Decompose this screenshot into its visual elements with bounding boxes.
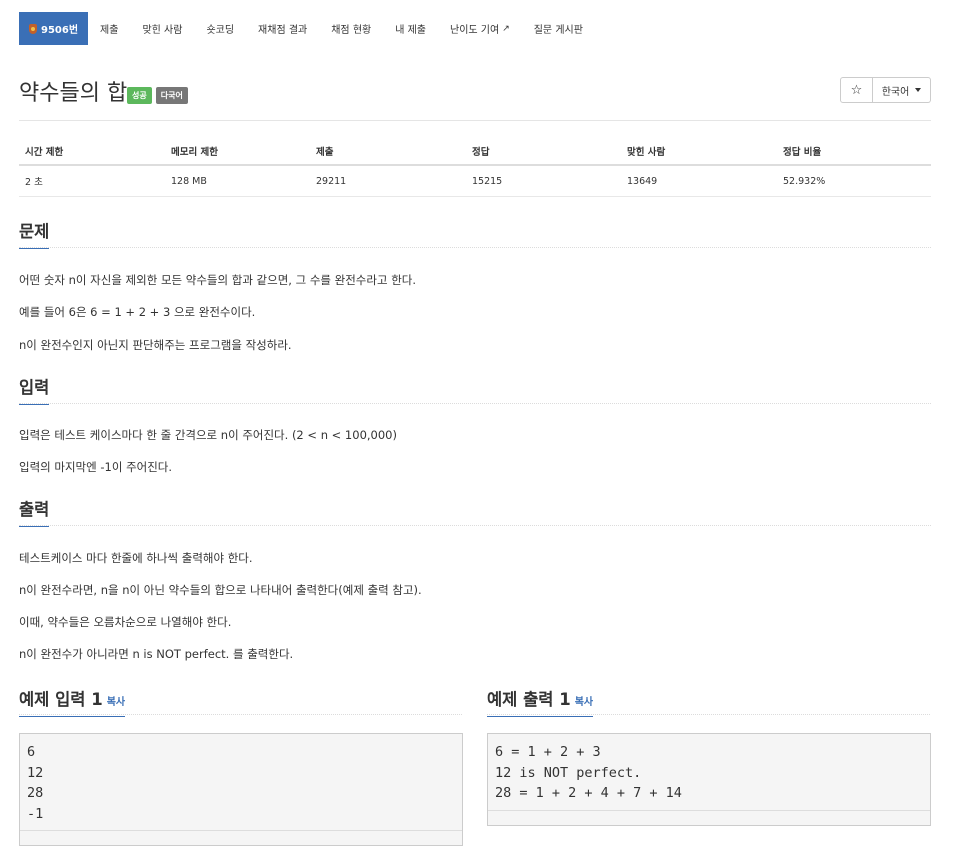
- problem-nav-tabs: 9506번 제출 맞힌 사람 숏코딩 재채점 결과 채점 현황 내 제출 난이도…: [19, 12, 595, 45]
- tab-my-submissions[interactable]: 내 제출: [383, 12, 438, 45]
- tab-label: 난이도 기여: [450, 25, 500, 36]
- tab-short-coding[interactable]: 숏코딩: [194, 12, 246, 45]
- sample-input-header: 예제 입력 1 복사: [19, 686, 462, 717]
- input-description-line: 입력의 마지막엔 -1이 주어진다.: [19, 460, 173, 474]
- tab-label: 질문 게시판: [533, 25, 583, 36]
- tab-label: 재채점 결과: [258, 25, 308, 36]
- external-link-icon: ↗: [502, 23, 510, 34]
- sample-output-box: 6 = 1 + 2 + 3 12 is NOT perfect. 28 = 1 …: [487, 733, 931, 826]
- tab-judge-status[interactable]: 채점 현황: [319, 12, 383, 45]
- column-header: 정답 비율: [777, 138, 931, 166]
- tab-submit[interactable]: 제출: [88, 12, 130, 45]
- column-header: 제출: [310, 138, 466, 166]
- table-cell: 13649: [621, 165, 777, 197]
- problem-id-label: 9506번: [41, 25, 79, 36]
- problem-header: 약수들의 합 성공 다국어 ☆ 한국어: [19, 74, 931, 108]
- header-buttons: ☆ 한국어: [840, 77, 931, 103]
- table-cell: 29211: [310, 165, 466, 197]
- caret-down-icon: [915, 88, 922, 92]
- output-section-header: 출력: [19, 496, 931, 527]
- tier-icon: [29, 23, 37, 34]
- table-cell: 15215: [466, 165, 621, 197]
- tab-label: 내 제출: [395, 25, 426, 36]
- column-header: 메모리 제한: [165, 138, 310, 166]
- table-cell: 52.932%: [777, 165, 931, 197]
- favorite-button[interactable]: ☆: [840, 77, 873, 103]
- language-dropdown[interactable]: 한국어: [873, 77, 931, 103]
- tab-rejudge-results[interactable]: 재채점 결과: [246, 12, 319, 45]
- table-cell: 128 MB: [165, 165, 310, 197]
- problem-badges: 성공 다국어: [127, 87, 188, 104]
- input-description-line: 입력은 테스트 케이스마다 한 줄 간격으로 n이 주어진다. (2 < n <…: [19, 428, 397, 442]
- section-title: 문제: [19, 218, 50, 249]
- code-box-footer: [488, 809, 930, 825]
- table-header-row: 시간 제한 메모리 제한 제출 정답 맞힌 사람 정답 비율: [19, 138, 931, 166]
- star-icon: ☆: [850, 82, 863, 98]
- problem-description-line: 예를 들어 6은 6 = 1 + 2 + 3 으로 완전수이다.: [19, 305, 256, 319]
- section-title: 예제 입력 1 복사: [19, 686, 126, 717]
- section-title: 예제 출력 1 복사: [487, 686, 594, 717]
- output-description-line: 테스트케이스 마다 한줄에 하나씩 출력해야 한다.: [19, 551, 253, 565]
- sample-input-title: 예제 입력 1: [19, 690, 103, 709]
- input-section-header: 입력: [19, 374, 931, 405]
- tab-label: 숏코딩: [206, 25, 235, 36]
- sample-output-title: 예제 출력 1: [487, 690, 571, 709]
- tab-label: 제출: [100, 25, 119, 36]
- column-header: 맞힌 사람: [621, 138, 777, 166]
- table-cell: 2 초: [19, 165, 165, 197]
- tab-problem[interactable]: 9506번: [19, 12, 89, 45]
- column-header: 정답: [466, 138, 621, 166]
- divider: [19, 120, 931, 121]
- problem-stats-table: 시간 제한 메모리 제한 제출 정답 맞힌 사람 정답 비율 2 초 128 M…: [19, 138, 931, 197]
- tab-label: 채점 현황: [331, 25, 372, 36]
- copy-output-link[interactable]: 복사: [575, 697, 593, 708]
- tab-label: 맞힌 사람: [142, 25, 183, 36]
- copy-input-link[interactable]: 복사: [107, 697, 125, 708]
- tab-difficulty-contribution[interactable]: 난이도 기여 ↗: [438, 12, 522, 45]
- output-description-line: n이 완전수가 아니라면 n is NOT perfect. 를 출력한다.: [19, 647, 294, 661]
- sample-output-header: 예제 출력 1 복사: [487, 686, 930, 717]
- output-description-line: 이때, 약수들은 오름차순으로 나열해야 한다.: [19, 615, 232, 629]
- multilang-badge: 다국어: [155, 87, 188, 104]
- section-title: 출력: [19, 496, 50, 527]
- output-description-line: n이 완전수라면, n을 n이 아닌 약수들의 합으로 나타내어 출력한다(예제…: [19, 583, 422, 597]
- problem-description-line: n이 완전수인지 아닌지 판단해주는 프로그램을 작성하라.: [19, 338, 292, 352]
- sample-output-code: 6 = 1 + 2 + 3 12 is NOT perfect. 28 = 1 …: [495, 744, 682, 801]
- section-title: 입력: [19, 374, 50, 405]
- sample-input-code: 6 12 28 -1: [27, 744, 44, 822]
- problem-title: 약수들의 합: [19, 81, 128, 106]
- problem-section-header: 문제: [19, 218, 931, 249]
- language-label: 한국어: [881, 86, 910, 98]
- tab-question-board[interactable]: 질문 게시판: [522, 12, 595, 45]
- code-box-footer: [20, 830, 462, 845]
- sample-input-box: 6 12 28 -1: [19, 733, 463, 846]
- tab-solved-users[interactable]: 맞힌 사람: [130, 12, 194, 45]
- table-row: 2 초 128 MB 29211 15215 13649 52.932%: [19, 165, 931, 197]
- column-header: 시간 제한: [19, 138, 165, 166]
- status-badge: 성공: [127, 87, 152, 104]
- problem-description-line: 어떤 숫자 n이 자신을 제외한 모든 약수들의 합과 같으면, 그 수를 완전…: [19, 273, 417, 287]
